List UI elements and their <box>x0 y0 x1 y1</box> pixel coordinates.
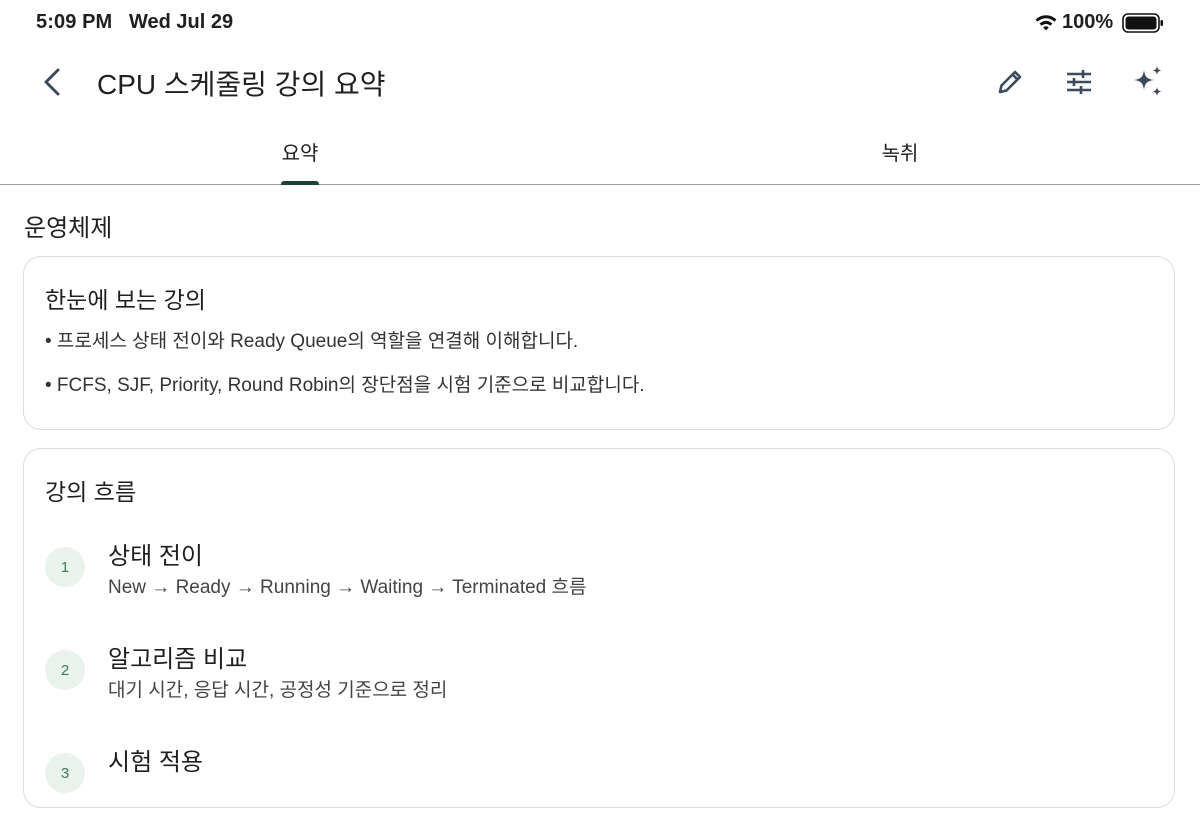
tune-icon <box>1067 70 1091 94</box>
back-button[interactable] <box>30 60 74 104</box>
step-number-badge: 3 <box>45 753 85 793</box>
step-number-badge: 1 <box>45 547 85 587</box>
battery-icon <box>1122 13 1163 33</box>
summary-bullet: • FCFS, SJF, Priority, Round Robin의 장단점을… <box>45 375 645 396</box>
tab-bar: 요약 녹취 <box>0 118 1200 185</box>
flow-card-title: 강의 흐름 <box>45 479 137 505</box>
wifi-icon <box>1035 15 1057 31</box>
status-time: 5:09 PM <box>36 11 113 33</box>
flow-step: 1 상태 전이 New → Ready → Running → Waiting … <box>24 533 1174 623</box>
step-number-badge: 2 <box>45 650 85 690</box>
summary-card: 한눈에 보는 강의 • 프로세스 상태 전이와 Ready Queue의 역할을… <box>23 256 1175 430</box>
flow-card: 강의 흐름 1 상태 전이 New → Ready → Running → Wa… <box>23 448 1175 808</box>
step-description: 대기 시간, 응답 시간, 공정성 기준으로 정리 <box>108 680 448 701</box>
sparkle-icon <box>1134 66 1162 96</box>
tab-transcript[interactable]: 녹취 <box>600 118 1200 184</box>
filter-settings-button[interactable] <box>1055 58 1103 106</box>
ai-assist-button[interactable] <box>1124 58 1172 106</box>
battery-percentage: 100% <box>1062 11 1114 33</box>
section-label: 운영체제 <box>24 215 113 242</box>
status-bar: 5:09 PM Wed Jul 29 100% <box>0 0 1200 46</box>
summary-bullet: • 프로세스 상태 전이와 Ready Queue의 역할을 연결해 이해합니다… <box>45 331 579 352</box>
step-description: New → Ready → Running → Waiting → Termin… <box>108 577 587 598</box>
summary-card-title: 한눈에 보는 강의 <box>45 287 206 313</box>
back-icon <box>44 68 60 96</box>
flow-step: 2 알고리즘 비교 대기 시간, 응답 시간, 공정성 기준으로 정리 <box>24 636 1174 726</box>
app-bar: CPU 스케줄링 강의 요약 <box>0 46 1200 118</box>
step-title: 상태 전이 <box>108 543 203 570</box>
flow-step: 3 시험 적용 <box>24 739 1174 829</box>
page-title: CPU 스케줄링 강의 요약 <box>97 69 386 100</box>
edit-button[interactable] <box>986 58 1034 106</box>
step-title: 시험 적용 <box>108 749 203 776</box>
status-date: Wed Jul 29 <box>129 11 234 33</box>
step-title: 알고리즘 비교 <box>108 646 248 673</box>
pencil-icon <box>998 70 1022 94</box>
tab-summary[interactable]: 요약 <box>0 118 600 184</box>
tab-selected-indicator <box>281 181 319 185</box>
